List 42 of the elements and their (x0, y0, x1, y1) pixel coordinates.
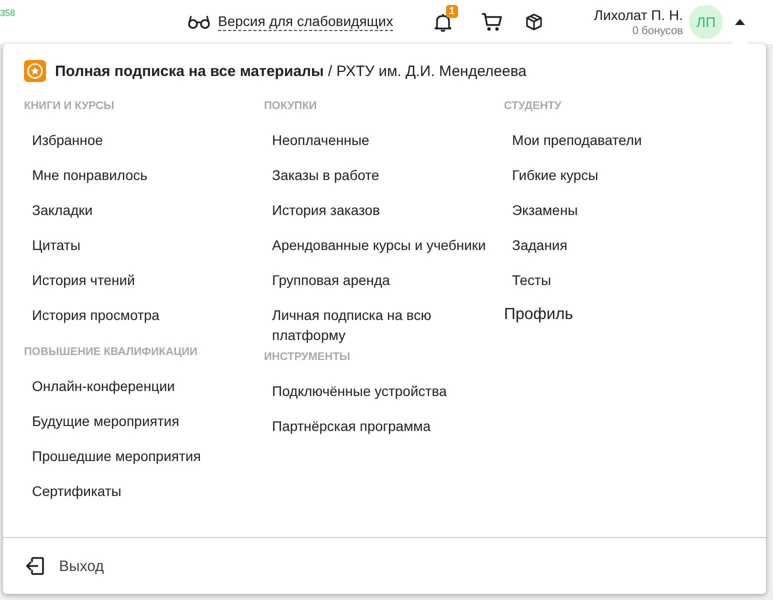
logout-button[interactable]: Выход (3, 537, 766, 594)
menu-item[interactable]: Групповая аренда (264, 270, 504, 305)
box-icon[interactable] (525, 13, 544, 31)
menu-item[interactable]: Тесты (504, 270, 744, 305)
menu-item[interactable]: Мне понравилось (24, 165, 264, 200)
menu-item[interactable]: Личная подписка на всю платформу (264, 305, 504, 345)
bell-icon[interactable] (433, 12, 454, 32)
menu-item[interactable]: Партнёрская программа (264, 416, 504, 451)
menu-item[interactable]: Прошедшие мероприятия (24, 446, 264, 481)
logout-icon (25, 556, 45, 576)
star-icon (24, 60, 46, 82)
menu-item[interactable]: Гибкие курсы (504, 165, 744, 200)
menu-item[interactable]: История просмотра (24, 305, 264, 340)
menu-item[interactable]: Подключённые устройства (264, 381, 504, 416)
cart-icon[interactable] (481, 11, 504, 33)
counter-text: 358 (0, 8, 16, 18)
section-heading: КНИГИ И КУРСЫ (24, 100, 116, 114)
menu-item[interactable]: Закладки (24, 200, 264, 235)
section-heading: ПОКУПКИ (264, 100, 318, 114)
menu-item[interactable]: История чтений (24, 270, 264, 305)
menu-item[interactable]: Заказы в работе (264, 165, 504, 200)
menu-item[interactable]: Сертификаты (24, 481, 264, 516)
subscription-title: Полная подписка на все материалы / РХТУ им. Д.И. Менделеева (55, 62, 527, 80)
menu-item[interactable]: Профиль (504, 305, 744, 340)
menu-item[interactable]: Неоплаченные (264, 130, 504, 165)
glasses-icon (188, 15, 210, 29)
section-heading: ИНСТРУМЕНТЫ (264, 351, 352, 365)
section-heading: ПОВЫШЕНИЕ КВАЛИФИКАЦИИ (24, 346, 198, 360)
menu-item[interactable]: Задания (504, 235, 744, 270)
menu-item[interactable]: Будущие мероприятия (24, 411, 264, 446)
menu-item[interactable]: Мои преподаватели (504, 130, 744, 165)
menu-item[interactable]: Арендованные курсы и учебники (264, 235, 504, 270)
menu-item[interactable]: Цитаты (24, 235, 264, 270)
menu-item[interactable]: Экзамены (504, 200, 744, 235)
menu-item[interactable]: Онлайн-конференции (24, 376, 264, 411)
caret-icon[interactable] (735, 19, 745, 25)
user-name[interactable]: Лихолат П. Н. (594, 7, 683, 23)
bonus-count: 0 бонусов (632, 25, 683, 37)
section-heading: СТУДЕНТУ (504, 100, 562, 114)
menu-item[interactable]: История заказов (264, 200, 504, 235)
notification-badge: 1 (446, 5, 458, 18)
menu-item[interactable]: Избранное (24, 130, 264, 165)
